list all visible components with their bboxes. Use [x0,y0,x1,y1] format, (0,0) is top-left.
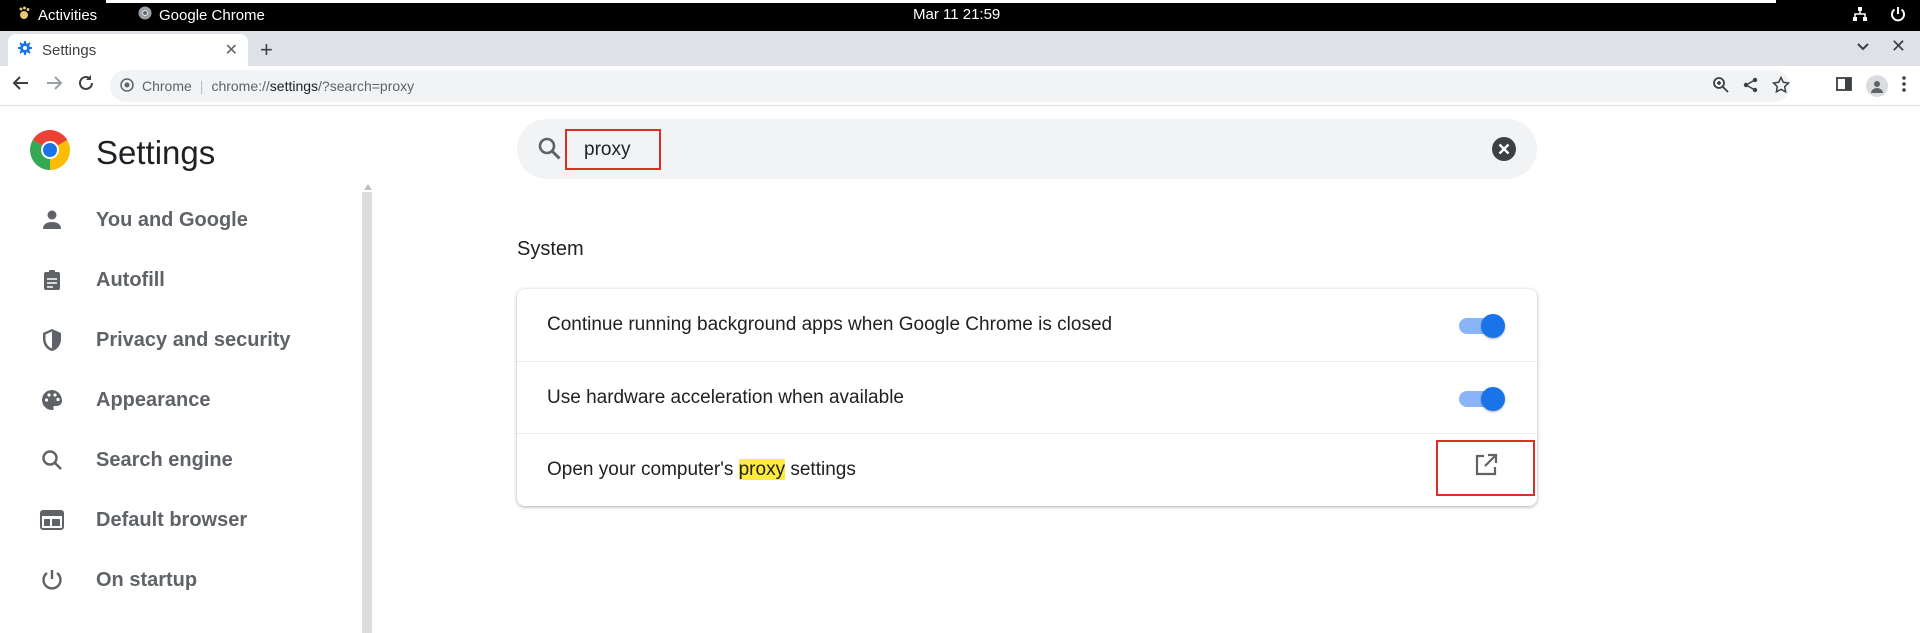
url-suffix: /?search=proxy [318,78,415,94]
window-close-icon[interactable]: ✕ [1891,36,1906,57]
background-apps-toggle[interactable] [1459,314,1505,338]
clipboard-icon [38,266,66,294]
sidebar-item-label: Privacy and security [96,328,291,351]
gnome-foot-icon [18,6,30,24]
omnibox-actions [1712,75,1791,97]
clock[interactable]: Mar 11 21:59 [913,6,1000,23]
profile-avatar[interactable] [1866,75,1888,97]
sidebar-item-appearance[interactable]: Appearance [0,370,360,430]
settings-card: Continue running background apps when Go… [517,289,1537,506]
reload-icon[interactable] [77,74,95,98]
setting-label: Open your computer's proxy settings [547,458,856,481]
setting-label: Continue running background apps when Go… [547,314,1113,335]
tab-strip: Settings ✕ + ✕ [0,31,1920,66]
settings-search-box[interactable]: proxy [517,119,1537,179]
search-icon [38,446,66,474]
url-host: settings [269,78,319,94]
forward-arrow-icon[interactable] [45,74,63,98]
setting-row-proxy-settings[interactable]: Open your computer's proxy settings [517,433,1537,505]
browser-window-icon [38,506,66,534]
sidebar-item-label: Default browser [96,508,248,531]
network-icon[interactable] [1852,6,1868,27]
url-text: chrome://settings/?search=proxy [211,78,414,94]
chrome-small-icon [138,6,152,24]
tab-search-chevron-icon[interactable] [1856,39,1870,57]
tab-close-icon[interactable]: ✕ [225,40,238,60]
browser-toolbar: Chrome | chrome://settings/?search=proxy [0,66,1920,106]
setting-row-hardware-acceleration[interactable]: Use hardware acceleration when available [517,361,1537,433]
address-bar[interactable]: Chrome | chrome://settings/?search=proxy [110,70,1791,102]
sidebar-item-search-engine[interactable]: Search engine [0,430,360,490]
toolbar-right [1836,75,1906,97]
settings-sidebar: Settings You and Google Autofill Privacy… [0,106,373,633]
search-highlight: proxy [738,458,786,480]
search-icon [537,136,563,167]
sidebar-item-autofill[interactable]: Autofill [0,250,360,310]
tab-title: Settings [42,41,97,59]
sidebar-item-label: Search engine [96,448,233,471]
hardware-acceleration-toggle[interactable] [1459,387,1505,411]
power-icon [38,566,66,594]
sidebar-item-label: Appearance [96,388,211,411]
settings-nav: You and Google Autofill Privacy and secu… [0,190,360,610]
shield-icon [38,326,66,354]
site-label: Chrome [142,78,192,94]
side-panel-icon[interactable] [1836,76,1852,97]
power-menu-icon[interactable] [1890,6,1906,27]
bookmark-star-icon[interactable] [1771,75,1791,97]
sidebar-item-on-startup[interactable]: On startup [0,550,360,610]
person-icon [38,206,66,234]
sidebar-item-label: You and Google [96,208,248,231]
toggle-knob [1481,387,1505,411]
activities-label: Activities [38,6,98,24]
clear-search-icon[interactable] [1491,136,1517,167]
sidebar-item-default-browser[interactable]: Default browser [0,490,360,550]
system-top-bar: Activities Google Chrome Mar 11 21:59 [0,0,1920,31]
search-input[interactable]: proxy [565,129,661,170]
kebab-menu-icon[interactable] [1902,75,1906,97]
section-title-system: System [517,238,584,260]
zoom-icon[interactable] [1712,76,1730,97]
setting-label: Use hardware acceleration when available [547,386,904,408]
label-after: settings [785,458,856,480]
settings-title: Settings [96,133,216,171]
back-arrow-icon[interactable] [12,74,30,98]
toggle-knob [1481,314,1505,338]
palette-icon [38,386,66,414]
app-menu[interactable]: Google Chrome [138,6,265,24]
settings-gear-icon [18,41,32,59]
sidebar-item-label: Autofill [96,268,165,291]
top-bar-strip [106,0,1776,3]
chrome-site-icon [120,77,134,95]
label-before: Open your computer's [547,458,739,480]
external-link-icon [1474,453,1498,483]
new-tab-button[interactable]: + [260,37,273,63]
sidebar-item-privacy-and-security[interactable]: Privacy and security [0,310,360,370]
tab-settings[interactable]: Settings ✕ [8,34,248,66]
open-proxy-settings-button[interactable] [1436,440,1535,496]
settings-brand: Settings [30,130,215,175]
app-name: Google Chrome [159,6,265,24]
sidebar-item-you-and-google[interactable]: You and Google [0,190,360,250]
url-separator: | [199,78,204,94]
url-prefix: chrome:// [211,78,270,94]
chrome-logo-icon [30,130,70,175]
sidebar-item-label: On startup [96,568,198,591]
share-icon[interactable] [1742,76,1760,97]
setting-row-background-apps[interactable]: Continue running background apps when Go… [517,289,1537,361]
activities-button[interactable]: Activities [18,6,97,24]
system-tray[interactable] [1852,6,1906,27]
sidebar-scrollbar[interactable] [362,184,372,633]
